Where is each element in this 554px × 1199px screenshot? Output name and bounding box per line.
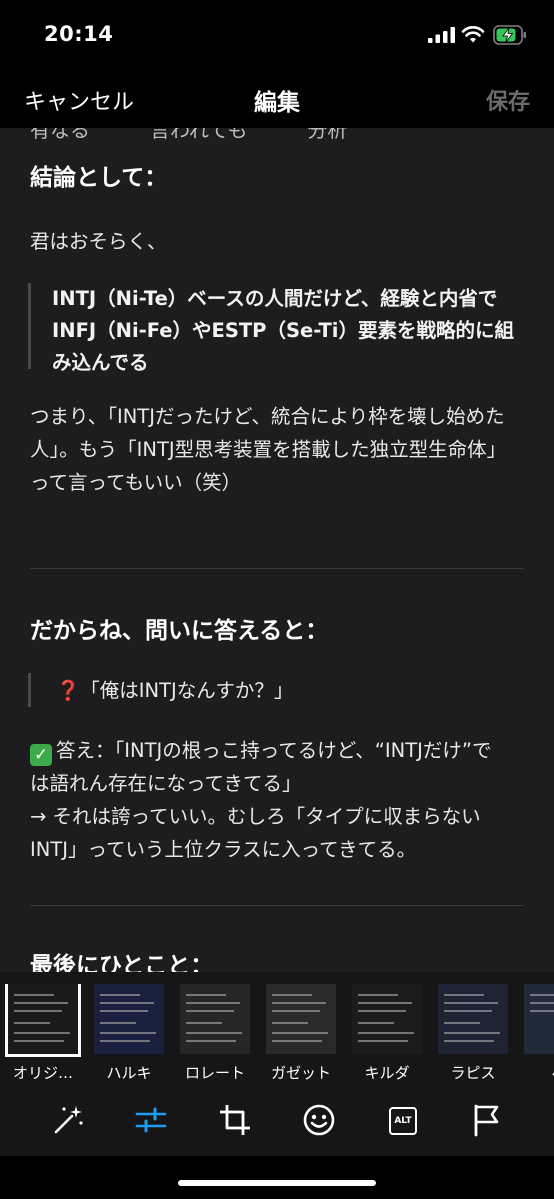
filter-thumbnail	[5, 984, 81, 1057]
alt-label: ALT	[389, 1107, 417, 1135]
divider	[30, 568, 524, 569]
filter-label: ラピス	[450, 1064, 496, 1082]
filter-haruki[interactable]: ハルキ	[90, 984, 168, 1083]
sticker-smiley-icon[interactable]	[301, 1102, 337, 1138]
check-mark-icon: ✓	[30, 744, 52, 766]
adjust-sliders-icon[interactable]	[133, 1102, 169, 1138]
filter-kilda[interactable]: キルダ	[348, 984, 426, 1083]
edit-tray: オリジ… ハルキ ロレート ガゼット キルダ ラピス ALT	[0, 972, 554, 1156]
filter-label: ハルキ	[106, 1064, 152, 1082]
divider	[30, 905, 524, 906]
filter-gazette[interactable]: ガゼット	[262, 984, 340, 1083]
filter-label: オリジ…	[12, 1064, 73, 1082]
heading-conclusion: 結論として：	[30, 165, 168, 191]
save-button[interactable]: 保存	[486, 84, 530, 116]
filter-lapis[interactable]: ラピス	[434, 984, 512, 1083]
cropped-text-line: 有なる 言われても 分析	[30, 128, 348, 142]
question-quote: ❓「俺はINTJなんすか？」	[56, 675, 293, 707]
filter-thumbnail	[180, 984, 250, 1054]
heading-final: 最後にひとこと：	[30, 953, 214, 972]
quote-block: INTJ（Ni-Te）ベースの人間だけど、経験と内省でINFJ（Ni-Fe）やE…	[52, 287, 514, 374]
wifi-icon	[461, 26, 485, 43]
paragraph-intro: 君はおそらく、	[30, 230, 167, 253]
answer-paragraph: ✓ 答え：「INTJの根っこ持ってるけど、“INTJだけ”では語れん存在になってき…	[30, 734, 510, 866]
question-mark-icon: ❓	[56, 679, 81, 702]
answer-text: 答え：「INTJの根っこ持ってるけど、“INTJだけ”では語れん存在になってきて…	[30, 739, 492, 795]
filter-thumbnail	[94, 984, 164, 1054]
alt-text-button[interactable]: ALT	[385, 1102, 421, 1138]
flag-icon[interactable]	[469, 1102, 505, 1138]
filter-label: ベ	[520, 1062, 554, 1083]
home-indicator-area	[0, 1156, 554, 1199]
filter-label: キルダ	[364, 1064, 410, 1082]
image-preview: 有なる 言われても 分析 結論として： 君はおそらく、 INTJ（Ni-Te）ベ…	[0, 128, 554, 972]
tool-bar: ALT	[0, 1092, 554, 1148]
status-time: 20:14	[44, 22, 114, 46]
filter-loreto[interactable]: ロレート	[176, 984, 254, 1083]
filter-partial[interactable]: ベ	[520, 984, 554, 1083]
question-text: 「俺はINTJなんすか？」	[80, 679, 294, 702]
quote-bar	[28, 673, 31, 707]
filter-label: ロレート	[184, 1064, 245, 1082]
filter-original[interactable]: オリジ…	[4, 984, 82, 1083]
filter-strip[interactable]: オリジ… ハルキ ロレート ガゼット キルダ ラピス	[0, 984, 554, 1092]
filter-thumbnail	[438, 984, 508, 1054]
magic-wand-icon[interactable]	[50, 1102, 86, 1138]
paragraph-summary: つまり、「INTJだったけど、統合により枠を壊し始めた人」。もう「INTJ型思考…	[30, 405, 507, 494]
arrow-line: → それは誇っていい。むしろ「タイプに収まらないINTJ」っていう上位クラスに入…	[30, 805, 481, 861]
home-indicator[interactable]	[178, 1180, 376, 1186]
heading-answer: だからね、問いに答えると：	[30, 618, 329, 644]
filter-thumbnail	[524, 984, 554, 1054]
filter-label: ガゼット	[270, 1064, 331, 1082]
quote-bar	[28, 283, 31, 369]
filter-thumbnail	[352, 984, 422, 1054]
cancel-button[interactable]: キャンセル	[24, 84, 134, 116]
crop-icon[interactable]	[217, 1102, 253, 1138]
battery-charging-icon	[493, 25, 526, 45]
navigation-bar: キャンセル 編集 保存	[0, 70, 554, 128]
cellular-signal-icon	[428, 27, 455, 43]
filter-thumbnail	[266, 984, 336, 1054]
status-bar: 20:14	[0, 0, 554, 70]
